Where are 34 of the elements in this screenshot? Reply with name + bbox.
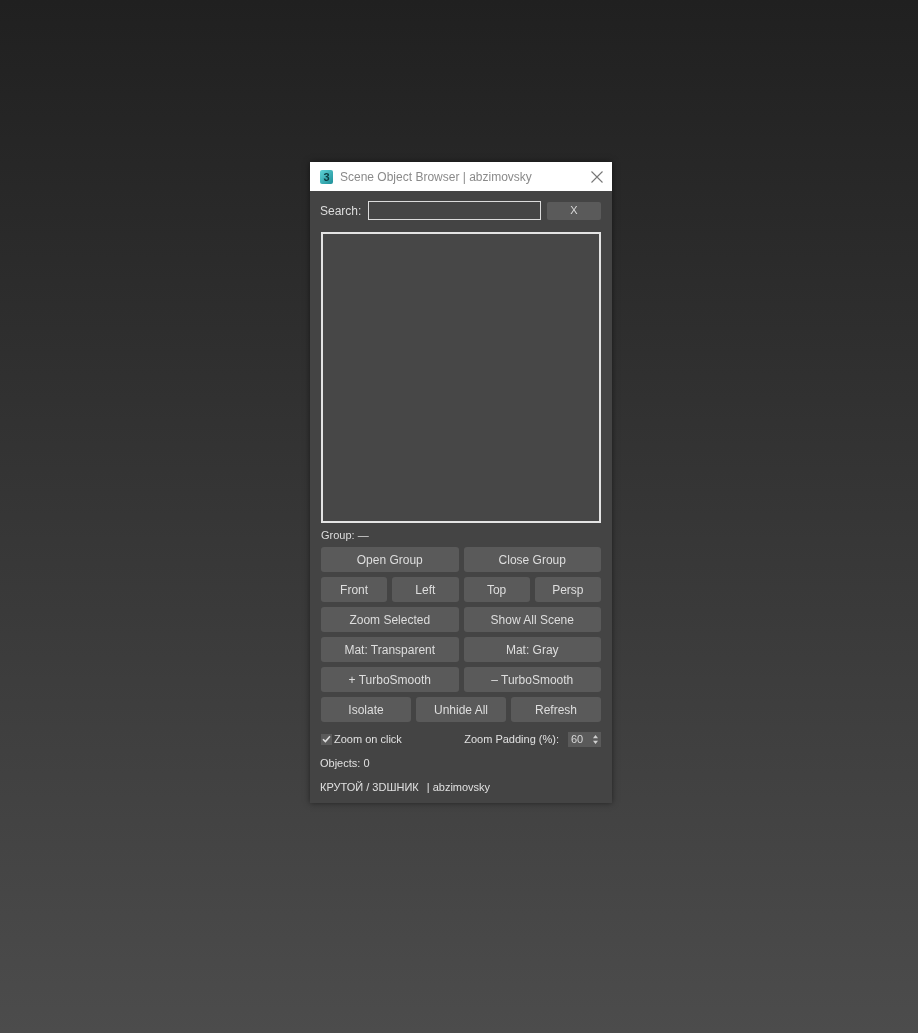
- group-label: Group: —: [321, 527, 369, 543]
- objects-count: Objects: 0: [320, 755, 370, 771]
- toolbar-button[interactable]: Left: [392, 577, 459, 602]
- toolbar-button[interactable]: Top: [463, 577, 530, 602]
- zoom-padding-value: 60: [571, 731, 584, 747]
- zoom-on-click-checkbox[interactable]: [321, 733, 332, 745]
- toolbar-button[interactable]: Zoom Selected: [321, 607, 459, 632]
- spinner-arrows-icon[interactable]: [593, 734, 598, 744]
- toolbar-button[interactable]: Open Group: [321, 547, 459, 572]
- checkmark-icon: [322, 735, 331, 743]
- close-icon: [591, 170, 603, 183]
- search-label: Search:: [320, 202, 363, 220]
- search-field[interactable]: [368, 201, 541, 220]
- zoom-padding-label: Zoom Padding (%):: [464, 731, 559, 747]
- close-button[interactable]: [589, 168, 605, 185]
- toolbar-button[interactable]: + TurboSmooth: [321, 667, 459, 692]
- footer-text: | abzimovsky: [426, 779, 491, 795]
- toolbar-button[interactable]: Persp: [534, 577, 601, 602]
- toolbar-button[interactable]: Mat: Gray: [463, 637, 601, 662]
- window-title: Scene Object Browser | abzimovsky: [340, 168, 532, 186]
- object-list[interactable]: [321, 232, 601, 523]
- toolbar-button[interactable]: – TurboSmooth: [463, 667, 601, 692]
- toolbar-button[interactable]: Mat: Transparent: [321, 637, 459, 662]
- toolbar-button[interactable]: Unhide All: [416, 697, 506, 722]
- footer-text: КРУТОЙ / 3DШНИК: [320, 779, 419, 795]
- zoom-padding-spinner[interactable]: 60: [568, 731, 601, 747]
- toolbar-button[interactable]: Refresh: [511, 697, 601, 722]
- toolbar-button[interactable]: Close Group: [463, 547, 601, 572]
- zoom-on-click-label: Zoom on click: [334, 731, 402, 747]
- toolbar-button[interactable]: Isolate: [321, 697, 411, 722]
- app-icon: 3: [320, 169, 333, 184]
- clear-search-button[interactable]: X: [547, 201, 601, 220]
- toolbar-button[interactable]: Show All Scene: [463, 607, 601, 632]
- toolbar-button[interactable]: Front: [321, 577, 388, 602]
